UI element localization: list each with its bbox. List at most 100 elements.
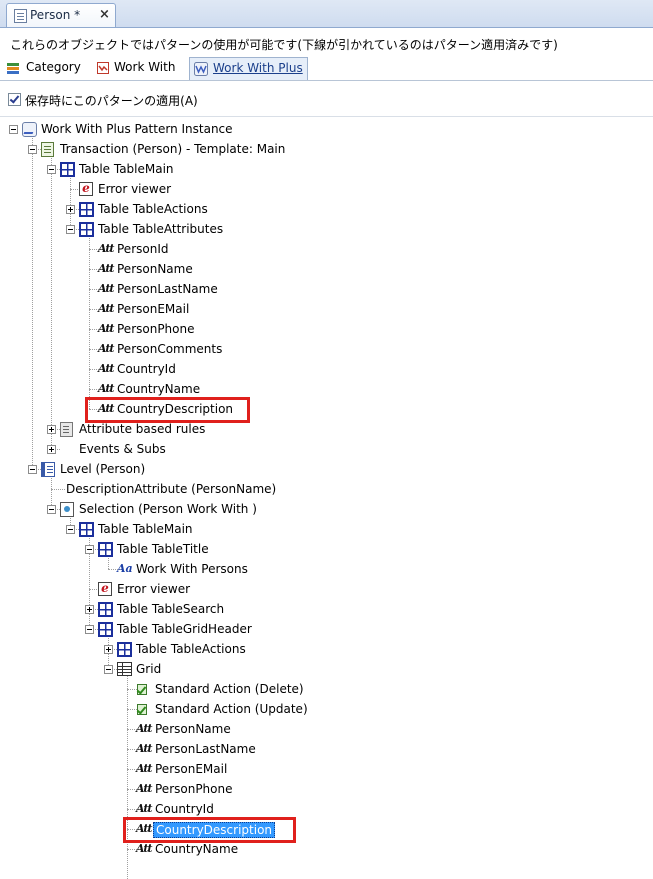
tree-node-label: Table TableMain [98,522,193,536]
tree-node-label: Table TableActions [98,202,208,216]
attribute-icon [136,781,152,797]
tree-node[interactable]: Selection (Person Work With ) [0,500,653,518]
table-icon [117,642,132,657]
tree-node-label: Table TableTitle [117,542,209,556]
collapse-icon[interactable] [47,505,56,514]
expand-icon[interactable] [47,445,56,454]
tree-node[interactable]: Error viewer [0,180,653,198]
apply-on-save-checkbox[interactable] [8,93,21,106]
tree-node[interactable]: Error viewer [0,580,653,598]
tree-node[interactable]: Table TableMain [0,160,653,178]
tree-node[interactable]: Grid [0,660,653,678]
transaction-icon [41,142,54,157]
tree-node[interactable]: Standard Action (Update) [0,700,653,718]
tree-attribute-node[interactable]: CountryName [0,380,653,398]
tree-attribute-node[interactable]: CountryId [0,800,653,818]
tree-node[interactable]: Table TableSearch [0,600,653,618]
collapse-icon[interactable] [85,625,94,634]
document-tab-strip: Person * × [0,0,653,28]
tree-node[interactable]: DescriptionAttribute (PersonName) [0,480,653,498]
document-tab-title: Person * [30,8,81,22]
tab-category-label: Category [26,60,81,74]
tree-attribute-node[interactable]: PersonComments [0,340,653,358]
standard-action-icon [136,702,150,717]
collapse-icon[interactable] [66,525,75,534]
tree-node-label: CountryId [117,362,176,376]
tree-node-label: Table TableSearch [117,602,225,616]
attribute-icon [136,741,152,757]
tree-attribute-node[interactable]: PersonPhone [0,320,653,338]
tree-attribute-node[interactable]: CountryDescription [0,820,653,838]
tree-node[interactable]: Work With Plus Pattern Instance [0,120,653,138]
collapse-icon[interactable] [47,165,56,174]
collapse-icon[interactable] [9,125,18,134]
tree-node[interactable]: Level (Person) [0,460,653,478]
pattern-tree[interactable]: Work With Plus Pattern Instance Transacti… [0,118,653,879]
tree-node[interactable]: Table TableTitle [0,540,653,558]
tree-attribute-node[interactable]: PersonPhone [0,780,653,798]
tree-node[interactable]: Attribute based rules [0,420,653,438]
table-icon [98,622,113,637]
error-viewer-icon [79,182,93,196]
expand-icon[interactable] [47,425,56,434]
table-icon [98,602,113,617]
collapse-icon[interactable] [104,665,113,674]
table-icon [60,162,75,177]
tree-node[interactable]: Table TableActions [0,200,653,218]
tab-work-with[interactable]: Work With [92,57,184,80]
tree-node-label: PersonEMail [155,762,228,776]
tree-node[interactable]: Transaction (Person) - Template: Main [0,140,653,158]
tree-attribute-node[interactable]: CountryId [0,360,653,378]
collapse-icon[interactable] [28,465,37,474]
tab-work-with-plus[interactable]: Work With Plus [189,57,308,80]
tree-node-label: Selection (Person Work With ) [79,502,257,516]
table-icon [79,522,94,537]
expand-icon[interactable] [85,605,94,614]
tree-node[interactable]: Events & Subs [0,440,653,458]
tree-node-label: CountryName [117,382,201,396]
tree-node[interactable]: Work With Persons [0,560,653,578]
tree-attribute-node[interactable]: PersonId [0,240,653,258]
document-tab-person[interactable]: Person * × [6,3,116,27]
attribute-icon [98,361,114,377]
standard-action-icon [136,682,150,697]
collapse-icon[interactable] [28,145,37,154]
tab-work-with-plus-label: Work With Plus [213,61,303,75]
table-icon [79,202,94,217]
tree-node-label: Transaction (Person) - Template: Main [60,142,286,156]
tree-node-label: CountryName [155,842,239,856]
tree-attribute-node[interactable]: CountryName [0,840,653,858]
collapse-icon[interactable] [66,225,75,234]
collapse-icon[interactable] [85,545,94,554]
tree-node[interactable]: Table TableActions [0,640,653,658]
expand-icon[interactable] [104,645,113,654]
textblock-icon [117,561,133,577]
expand-icon[interactable] [66,205,75,214]
tree-attribute-node[interactable]: PersonEMail [0,300,653,318]
close-icon[interactable]: × [99,7,110,22]
tree-attribute-node[interactable]: PersonName [0,260,653,278]
attribute-icon [136,721,152,737]
tree-node[interactable]: Table TableAttributes [0,220,653,238]
tree-node-label: PersonName [155,722,231,736]
tree-attribute-node[interactable]: PersonEMail [0,760,653,778]
tree-node[interactable]: Standard Action (Delete) [0,680,653,698]
tree-attribute-node[interactable]: PersonName [0,720,653,738]
tree-node-label: Grid [136,662,162,676]
tree-node-label: Error viewer [98,182,172,196]
tree-node-label: Work With Persons [136,562,248,576]
category-icon [7,63,19,74]
tab-category[interactable]: Category [2,57,86,80]
attribute-icon [98,341,114,357]
level-icon [41,462,55,477]
tree-node[interactable]: Table TableMain [0,520,653,538]
grid-icon [117,662,132,676]
tree-node-label: Table TableGridHeader [117,622,252,636]
events-icon [60,441,76,457]
pattern-description: これらのオブジェクトではパターンの使用が可能です(下線が引かれているのはパターン… [10,38,558,52]
tree-attribute-node[interactable]: PersonLastName [0,740,653,758]
tree-node[interactable]: Table TableGridHeader [0,620,653,638]
tree-attribute-node[interactable]: PersonLastName [0,280,653,298]
pattern-tabs: Category Work With Work With Plus [0,57,653,81]
attribute-icon [136,841,152,857]
